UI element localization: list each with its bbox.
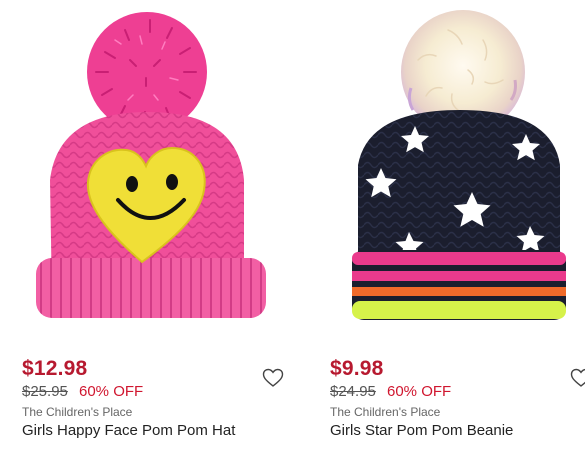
black-star-pom-pom-beanie-image xyxy=(352,10,566,320)
favorite-button[interactable] xyxy=(262,368,284,388)
product-card[interactable]: $12.98 $25.95 60% OFF The Children's Pla… xyxy=(0,0,290,453)
pink-smiley-pom-pom-hat-image xyxy=(36,12,266,318)
product-title[interactable]: Girls Star Pom Pom Beanie xyxy=(330,423,513,439)
product-image[interactable] xyxy=(308,0,585,335)
favorite-button[interactable] xyxy=(570,368,585,388)
product-image[interactable] xyxy=(0,0,290,335)
brand-name: The Children's Place xyxy=(330,405,441,419)
original-price: $25.95 xyxy=(22,383,68,400)
discount-label: 60% OFF xyxy=(387,383,452,400)
heart-outline-icon xyxy=(570,368,585,387)
brand-name: The Children's Place xyxy=(22,405,133,419)
sale-price: $12.98 xyxy=(22,357,88,380)
heart-outline-icon xyxy=(262,368,284,387)
original-price: $24.95 xyxy=(330,383,376,400)
discount-label: 60% OFF xyxy=(79,383,144,400)
product-card[interactable]: $9.98 $24.95 60% OFF The Children's Plac… xyxy=(308,0,585,453)
sale-price: $9.98 xyxy=(330,357,384,380)
product-title[interactable]: Girls Happy Face Pom Pom Hat xyxy=(22,423,235,439)
